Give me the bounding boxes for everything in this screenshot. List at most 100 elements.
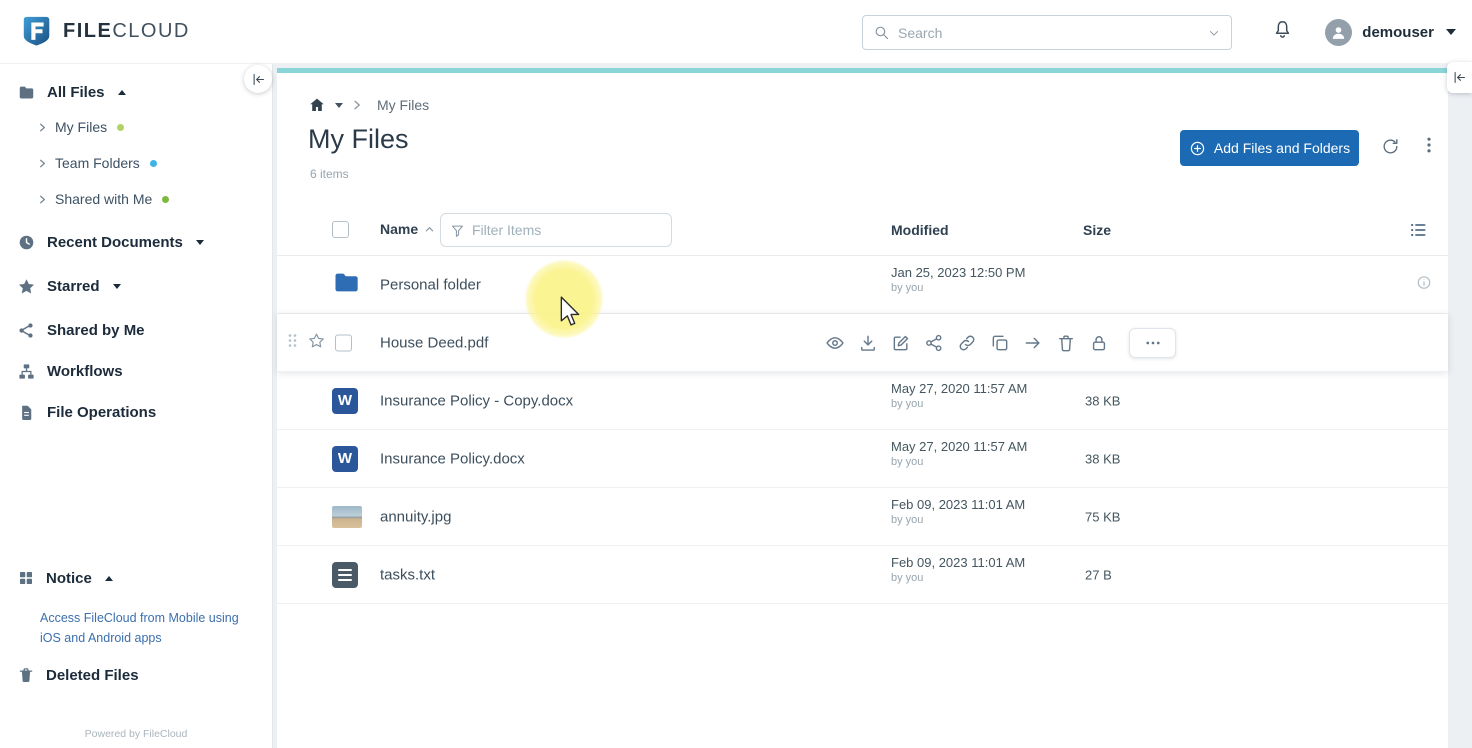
modified-column-header[interactable]: Modified <box>891 222 949 238</box>
file-row-house-deed[interactable]: House Deed.pdf <box>277 314 1448 372</box>
expand-caret-icon[interactable] <box>195 239 204 245</box>
search-icon <box>875 26 889 40</box>
name-column-header[interactable]: Name <box>380 221 435 237</box>
lock-icon[interactable] <box>1089 333 1109 353</box>
chevron-right-icon <box>39 123 46 131</box>
sidebar-item-shared-with-me[interactable]: Shared with Me <box>0 186 272 212</box>
filecloud-logo[interactable]: FILECLOUD <box>20 14 190 48</box>
file-row-insurance[interactable]: W Insurance Policy.docx May 27, 2020 11:… <box>277 430 1448 488</box>
sidebar-item-label: All Files <box>47 83 105 101</box>
sidebar-item-my-files[interactable]: My Files <box>0 114 272 140</box>
file-name[interactable]: annuity.jpg <box>380 508 451 525</box>
top-right-controls: demouser <box>1272 0 1456 64</box>
chevron-right-icon <box>39 195 46 203</box>
star-toggle-icon[interactable] <box>308 332 325 354</box>
select-all-checkbox[interactable] <box>332 221 349 238</box>
drag-handle-icon[interactable] <box>287 332 297 353</box>
item-count: 6 items <box>310 167 349 181</box>
arrow-bar-left-icon <box>1454 71 1466 84</box>
link-icon[interactable] <box>957 333 977 353</box>
status-dot <box>117 123 125 131</box>
search-input[interactable] <box>898 24 1199 41</box>
size-cell: 75 KB <box>1085 509 1121 524</box>
sidebar-item-label: Shared by Me <box>47 321 145 339</box>
modified-by: by you <box>891 572 924 584</box>
word-file-icon: W <box>332 387 358 414</box>
notice-text: Access FileCloud from Mobile using iOS a… <box>40 611 239 645</box>
sort-asc-icon <box>425 226 434 231</box>
plus-circle-icon <box>1190 141 1205 155</box>
file-row-tasks[interactable]: tasks.txt Feb 09, 2023 11:01 AM by you 2… <box>277 546 1448 604</box>
size-column-header[interactable]: Size <box>1083 222 1111 238</box>
modified-cell: Jan 25, 2023 12:50 PM by you <box>891 265 1025 294</box>
file-row-personal-folder[interactable]: Personal folder Jan 25, 2023 12:50 PM by… <box>277 256 1448 314</box>
user-avatar[interactable] <box>1325 18 1353 46</box>
delete-icon[interactable] <box>1056 333 1076 353</box>
user-menu-caret-icon[interactable] <box>1446 29 1456 35</box>
sidebar-item-file-operations[interactable]: File Operations <box>0 398 272 426</box>
clock-icon <box>19 235 34 249</box>
sidebar-item-deleted-files[interactable]: Deleted Files <box>0 661 272 689</box>
filecloud-logo-icon <box>23 16 50 46</box>
search-scope-caret-icon[interactable] <box>1207 26 1221 40</box>
collapse-caret-icon[interactable] <box>104 575 113 581</box>
info-icon[interactable] <box>1416 274 1432 295</box>
sidebar-item-label: Workflows <box>47 362 123 380</box>
modified-cell: May 27, 2020 11:57 AM by you <box>891 381 1027 410</box>
sidebar-item-shared-by-me[interactable]: Shared by Me <box>0 316 272 344</box>
share-icon[interactable] <box>924 333 944 353</box>
sidebar-item-label: Deleted Files <box>46 666 139 684</box>
modified-by: by you <box>891 398 924 410</box>
expand-caret-icon[interactable] <box>112 283 121 289</box>
file-name[interactable]: tasks.txt <box>380 566 435 583</box>
tree-item-label: Shared with Me <box>55 191 153 207</box>
home-icon[interactable] <box>308 96 326 114</box>
sidebar-collapse-button[interactable] <box>244 65 272 93</box>
sidebar-item-team-folders[interactable]: Team Folders <box>0 150 272 176</box>
top-bar: FILECLOUD demouser <box>0 0 1472 64</box>
preview-icon[interactable] <box>825 333 845 353</box>
folder-icon <box>19 86 34 98</box>
breadcrumb-current[interactable]: My Files <box>377 97 429 113</box>
refresh-button[interactable] <box>1381 137 1400 159</box>
breadcrumb-chevron-icon <box>354 100 360 110</box>
add-files-button[interactable]: Add Files and Folders <box>1180 130 1359 166</box>
notifications-bell-icon[interactable] <box>1272 19 1293 45</box>
file-row-insurance-copy[interactable]: W Insurance Policy - Copy.docx May 27, 2… <box>277 372 1448 430</box>
star-icon <box>18 278 35 293</box>
modified-date: May 27, 2020 11:57 AM <box>891 381 1028 396</box>
sidebar-item-notice[interactable]: Notice <box>0 564 272 592</box>
filter-box[interactable] <box>440 213 672 247</box>
kebab-icon <box>1427 137 1431 153</box>
file-row-annuity[interactable]: annuity.jpg Feb 09, 2023 11:01 AM by you… <box>277 488 1448 546</box>
right-panel-expand-button[interactable] <box>1447 62 1472 93</box>
file-name[interactable]: Personal folder <box>380 276 481 293</box>
home-caret-icon[interactable] <box>335 102 343 108</box>
global-search-box[interactable] <box>862 15 1232 50</box>
row-checkbox[interactable] <box>335 334 352 351</box>
edit-icon[interactable] <box>891 333 911 353</box>
more-menu-button[interactable] <box>1419 135 1439 158</box>
sidebar-item-all-files[interactable]: All Files <box>0 78 272 106</box>
word-file-icon: W <box>332 445 358 472</box>
sidebar-item-label: Starred <box>47 277 100 295</box>
list-view-toggle-icon[interactable] <box>1408 220 1428 245</box>
copy-icon[interactable] <box>990 333 1010 353</box>
filter-funnel-icon <box>451 225 464 237</box>
file-list: Personal folder Jan 25, 2023 12:50 PM by… <box>277 256 1448 604</box>
move-icon[interactable] <box>1023 333 1043 353</box>
file-name[interactable]: Insurance Policy - Copy.docx <box>380 392 573 409</box>
download-icon[interactable] <box>858 333 878 353</box>
image-thumbnail <box>332 505 362 528</box>
file-name[interactable]: House Deed.pdf <box>380 334 488 351</box>
more-actions-button[interactable] <box>1129 328 1176 358</box>
sidebar-item-label: File Operations <box>47 403 157 421</box>
file-name[interactable]: Insurance Policy.docx <box>380 450 525 467</box>
tree-item-label: My Files <box>55 119 108 135</box>
collapse-caret-icon[interactable] <box>117 89 126 95</box>
modified-cell: Feb 09, 2023 11:01 AM by you <box>891 555 1025 584</box>
filter-input[interactable] <box>472 222 662 238</box>
sidebar-item-workflows[interactable]: Workflows <box>0 357 272 385</box>
sidebar-item-starred[interactable]: Starred <box>0 272 272 300</box>
sidebar-item-recent-documents[interactable]: Recent Documents <box>0 228 272 256</box>
